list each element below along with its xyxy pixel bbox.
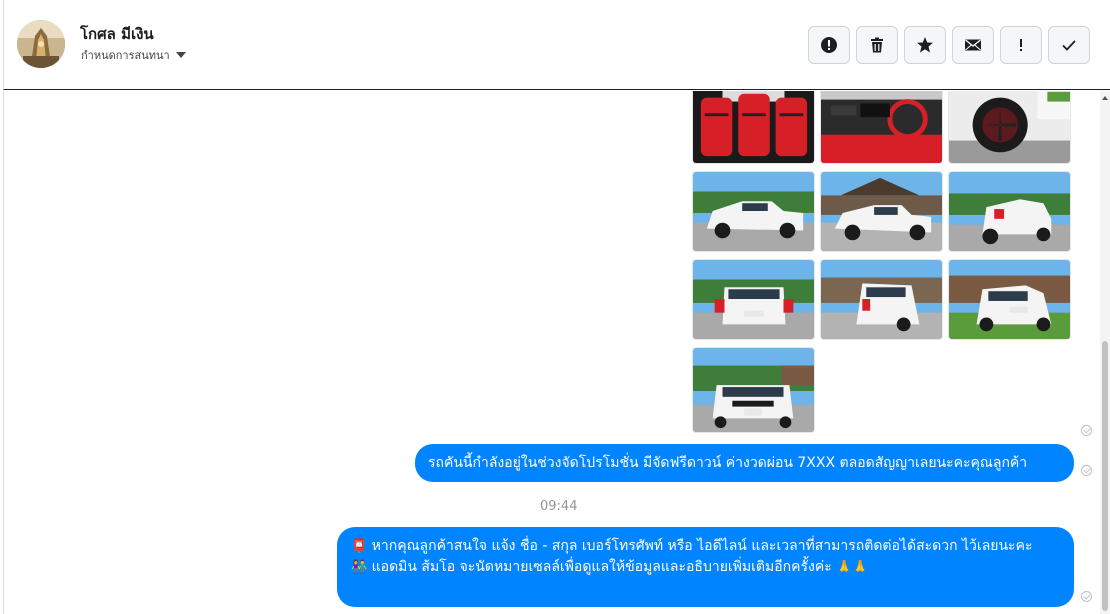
car-interior-dashboard-image[interactable] [820, 91, 943, 164]
report-button[interactable] [808, 26, 850, 64]
assign-label: กำหนดการสนทนา [81, 49, 170, 62]
delete-button[interactable] [856, 26, 898, 64]
seen-indicator [1081, 425, 1092, 436]
divider [3, 91, 4, 614]
message-bubble[interactable]: 📮 หากคุณลูกค้าสนใจ แจ้ง ชื่อ - สกุล เบอร… [337, 527, 1074, 607]
important-button[interactable] [1000, 26, 1042, 64]
assign-conversation-dropdown[interactable]: กำหนดการสนทนา [81, 46, 186, 64]
message-timestamp: 09:44 [540, 499, 578, 514]
message-line: 📮 หากคุณลูกค้าสนใจ แจ้ง ชื่อ - สกุล เบอร… [351, 536, 1060, 557]
pray-emoji: 🙏🙏 [836, 560, 869, 575]
message-text: รถคันนี้กำลังอยู่ในช่วงจัดโปรโมชั่น มีจั… [428, 455, 1028, 471]
message-bubble[interactable]: รถคันนี้กำลังอยู่ในช่วงจัดโปรโมชั่น มีจั… [415, 444, 1074, 482]
mailbox-emoji: 📮 [351, 539, 368, 554]
car-rear-angle-image[interactable] [948, 171, 1071, 252]
mark-unread-button[interactable] [952, 26, 994, 64]
car-wheel-image[interactable] [948, 91, 1071, 164]
message-text: แอดมิน ส้มโอ จะนัดหมายเซลล์เพื่อดูแลให้ข… [371, 559, 832, 575]
car-front-side-image[interactable] [692, 171, 815, 252]
star-icon [917, 37, 933, 53]
exclamation-circle-icon [821, 37, 837, 53]
car-rear-image[interactable] [692, 259, 815, 340]
message-line: 👫 แอดมิน ส้มโอ จะนัดหมายเซลล์เพื่อดูแลให… [351, 557, 1060, 578]
people-emoji: 👫 [351, 560, 368, 575]
checkmark-icon [1062, 40, 1076, 51]
scrollbar-thumb[interactable] [1102, 341, 1108, 611]
conversation-actions [808, 26, 1090, 64]
conversation-header: โกศล มีเงิน กำหนดการสนทนา [3, 0, 1110, 90]
avatar[interactable] [17, 20, 65, 68]
star-button[interactable] [904, 26, 946, 64]
message-text: หากคุณลูกค้าสนใจ แจ้ง ชื่อ - สกุล เบอร์โ… [371, 538, 1033, 554]
exclamation-icon [1020, 39, 1022, 51]
seen-indicator [1081, 591, 1092, 602]
car-rear-driveway-image[interactable] [820, 259, 943, 340]
car-front-angle-image[interactable] [948, 259, 1071, 340]
seen-indicator [1081, 465, 1092, 476]
message-thread[interactable]: รถคันนี้กำลังอยู่ในช่วงจัดโปรโมชั่น มีจั… [0, 91, 1110, 614]
car-side-driveway-image[interactable] [820, 171, 943, 252]
envelope-icon [965, 39, 981, 51]
scroll-up-arrow-icon[interactable] [1102, 96, 1108, 100]
car-interior-rear-seats-image[interactable] [692, 91, 815, 164]
trash-icon [871, 37, 883, 53]
car-front-image[interactable] [692, 347, 815, 433]
scrollbar[interactable] [1100, 91, 1110, 614]
mark-done-button[interactable] [1048, 26, 1090, 64]
contact-name: โกศล มีเงิน [80, 25, 154, 43]
caret-down-icon [175, 52, 186, 58]
